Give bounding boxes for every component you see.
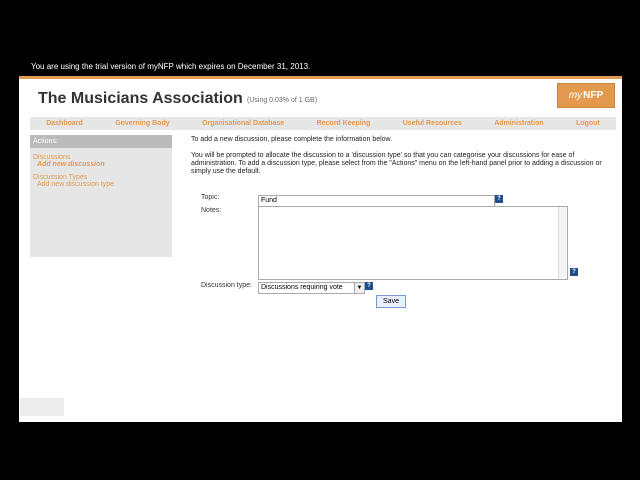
nav-governing-body[interactable]: Governing Body [115, 120, 169, 127]
save-button[interactable]: Save [376, 295, 406, 308]
trial-banner: You are using the trial version of myNFP… [31, 62, 311, 71]
intro-text: To add a new discussion, please complete… [191, 136, 393, 143]
discussion-type-value: Discussions requiring vote [261, 284, 343, 291]
notes-scrollbar[interactable] [558, 207, 567, 279]
sidebar-item-discussion-types[interactable]: Discussion Types [30, 174, 172, 181]
sidebar-item-add-discussion-type[interactable]: Add new discussion type [30, 181, 172, 188]
nav-dashboard[interactable]: Dashboard [46, 120, 83, 127]
notes-help-icon[interactable]: ? [570, 268, 578, 276]
main-nav: Dashboard Governing Body Organisational … [30, 117, 616, 130]
video-thumbnail [20, 398, 64, 416]
discussion-type-select[interactable]: Discussions requiring vote ▼ [258, 282, 365, 294]
sidebar-item-discussions[interactable]: Discussions [30, 154, 172, 161]
discussion-type-label: Discussion type: [201, 282, 252, 289]
nav-record-keeping[interactable]: Record Keeping [317, 120, 371, 127]
mynfp-logo: my NFP [557, 83, 615, 108]
sidebar-item-add-discussion[interactable]: Add new discussion [30, 161, 172, 168]
sidebar-header: Actions: [30, 135, 172, 148]
discussion-type-help-icon[interactable]: ? [365, 282, 373, 290]
app-page: The Musicians Association (Using 0.03% o… [19, 76, 622, 422]
actions-sidebar: Actions: Discussions Add new discussion … [30, 135, 172, 257]
storage-usage: (Using 0.03% of 1 GB) [247, 97, 318, 104]
nav-organisational-database[interactable]: Organisational Database [202, 120, 284, 127]
chevron-down-icon[interactable]: ▼ [354, 283, 364, 293]
nav-useful-resources[interactable]: Useful Resources [403, 120, 462, 127]
nav-logout[interactable]: Logout [576, 120, 600, 127]
topic-help-icon[interactable]: ? [495, 195, 503, 203]
instructions-text: You will be prompted to allocate the dis… [191, 152, 602, 175]
logo-my: my [568, 90, 583, 101]
org-name: The Musicians Association [38, 90, 243, 107]
notes-label: Notes: [201, 207, 222, 214]
nav-administration[interactable]: Administration [494, 120, 543, 127]
topic-label: Topic: [201, 194, 220, 201]
notes-textarea[interactable] [258, 206, 568, 280]
main-content: To add a new discussion, please complete… [191, 136, 611, 184]
logo-nfp: NFP [583, 90, 604, 101]
